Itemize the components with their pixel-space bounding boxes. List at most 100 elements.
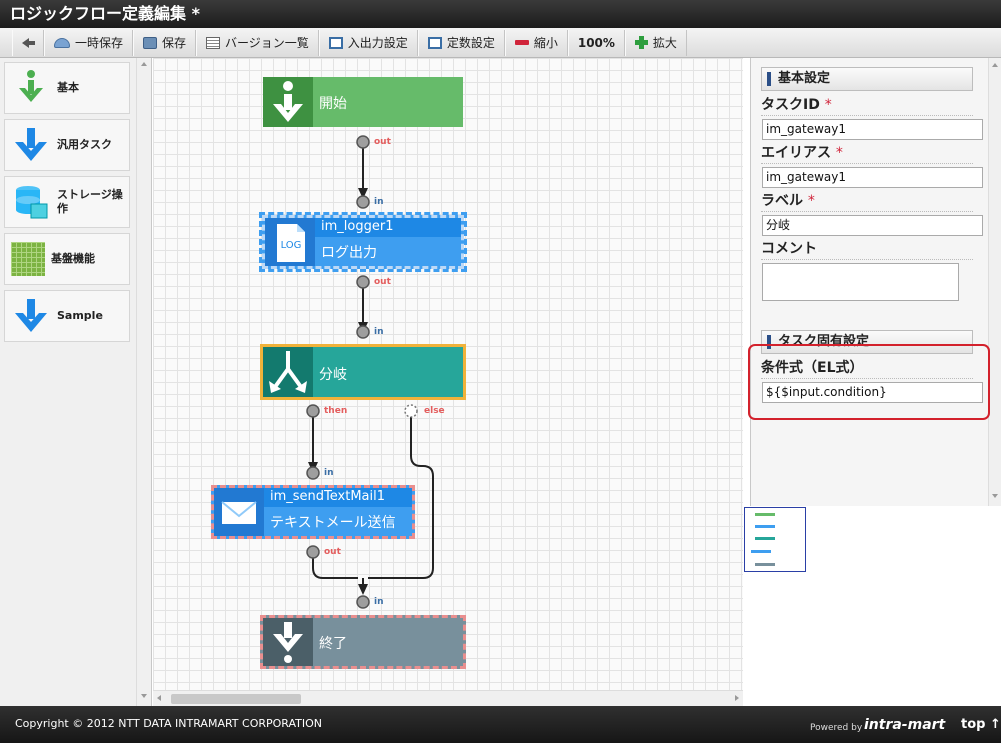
back-button[interactable] <box>12 29 44 56</box>
port-label: out <box>374 137 391 147</box>
zoom-in-button[interactable]: 拡大 <box>624 29 687 56</box>
log-icon-text: LOG <box>281 240 302 251</box>
port-label: else <box>424 406 445 416</box>
mail-icon <box>214 488 264 536</box>
comment-label: コメント <box>761 240 973 260</box>
node-id: im_sendTextMail1 <box>270 489 386 504</box>
node-label: 終了 <box>319 636 347 652</box>
grid-icon <box>11 242 45 276</box>
palette-item-general-task[interactable]: 汎用タスク <box>4 119 130 171</box>
temp-save-icon <box>54 37 70 48</box>
task-id-label: タスクID * <box>761 96 973 116</box>
port-label: out <box>374 277 391 287</box>
flow-minimap[interactable] <box>744 507 806 572</box>
basic-settings-section[interactable]: 基本設定 <box>761 67 973 91</box>
branch-icon <box>263 347 313 397</box>
palette-item-label: Sample <box>57 309 103 322</box>
minimap-node <box>755 513 775 516</box>
window-icon <box>328 36 343 49</box>
label-input[interactable]: 分岐 <box>762 215 983 236</box>
flow-canvas[interactable]: out in out in then else in out in 開始 LOG… <box>153 58 743 690</box>
database-icon <box>11 182 51 222</box>
palette-item-label: 基本 <box>57 81 79 94</box>
scroll-down-icon <box>992 494 998 498</box>
node-end[interactable]: 終了 <box>260 615 466 669</box>
zoom-level-value: 100% <box>577 35 615 50</box>
node-mail[interactable]: im_sendTextMail1 テキストメール送信 <box>211 485 415 539</box>
plus-icon <box>634 36 648 49</box>
end-down-icon <box>263 618 313 666</box>
info-down-icon <box>11 68 51 108</box>
zoom-out-button[interactable]: 縮小 <box>504 29 568 56</box>
node-logger[interactable]: LOG im_logger1 ログ出力 <box>259 212 467 272</box>
copyright-text: Copyright © 2012 NTT DATA INTRAMART CORP… <box>15 717 323 730</box>
top-link[interactable]: top ↑ <box>961 717 1001 732</box>
back-arrow-icon <box>22 37 35 48</box>
window-title: ロジックフロー定義編集 * <box>0 0 1001 28</box>
minimap-node <box>755 563 775 566</box>
port-label: then <box>324 406 348 416</box>
node-id: im_logger1 <box>321 219 394 234</box>
io-settings-label: 入出力設定 <box>347 36 408 50</box>
temp-save-button[interactable]: 一時保存 <box>44 29 134 56</box>
palette: 基本 汎用タスク ストレージ操作 基盤機能 Sample <box>0 58 152 706</box>
temp-save-label: 一時保存 <box>75 36 124 50</box>
minimap-node <box>755 525 775 528</box>
condition-highlight-box <box>748 344 990 420</box>
port-label: in <box>374 597 384 607</box>
minimap-node <box>751 550 771 553</box>
scroll-up-icon <box>992 63 998 67</box>
minimap-node <box>755 537 775 540</box>
palette-item-platform[interactable]: 基盤機能 <box>4 233 130 285</box>
palette-item-label: 汎用タスク <box>57 138 112 151</box>
palette-item-sample[interactable]: Sample <box>4 290 130 342</box>
palette-item-label: 基盤機能 <box>51 252 95 265</box>
blue-down-arrow-icon <box>11 296 51 336</box>
port-label: in <box>374 327 384 337</box>
palette-item-label: ストレージ操作 <box>57 188 123 215</box>
node-start[interactable]: 開始 <box>263 77 463 127</box>
properties-scrollbar[interactable] <box>988 58 1001 506</box>
version-list-button[interactable]: バージョン一覧 <box>196 29 319 56</box>
const-settings-label: 定数設定 <box>446 36 495 50</box>
scroll-up-icon <box>141 62 147 66</box>
alias-label: エイリアス * <box>761 144 973 164</box>
properties-panel: 基本設定 タスクID * im_gateway1 エイリアス * im_gate… <box>750 58 990 506</box>
canvas-horizontal-scrollbar[interactable] <box>153 690 743 706</box>
zoom-in-label: 拡大 <box>652 36 677 50</box>
node-gateway[interactable]: 分岐 <box>260 344 466 400</box>
zoom-out-label: 縮小 <box>533 36 558 50</box>
save-label: 保存 <box>162 36 187 50</box>
scroll-right-icon <box>735 695 739 701</box>
info-down-icon <box>263 77 313 127</box>
log-file-icon: LOG <box>265 218 315 266</box>
list-icon <box>206 36 221 49</box>
node-label: ログ出力 <box>321 245 377 261</box>
zoom-level[interactable]: 100% <box>567 29 625 56</box>
version-list-label: バージョン一覧 <box>225 36 309 50</box>
comment-textarea[interactable] <box>762 263 959 301</box>
blue-down-arrow-icon <box>11 125 51 165</box>
footer: Copyright © 2012 NTT DATA INTRAMART CORP… <box>0 706 1001 743</box>
node-label: テキストメール送信 <box>270 515 396 531</box>
port-label: in <box>324 468 334 478</box>
palette-item-basic[interactable]: 基本 <box>4 62 130 114</box>
window-icon <box>427 36 442 49</box>
alias-input[interactable]: im_gateway1 <box>762 167 983 188</box>
scroll-thumb[interactable] <box>171 694 301 704</box>
scroll-down-icon <box>141 694 147 698</box>
minus-icon <box>514 40 529 45</box>
palette-scrollbar[interactable] <box>136 58 151 706</box>
const-settings-button[interactable]: 定数設定 <box>417 29 505 56</box>
node-label: 開始 <box>319 96 347 112</box>
save-icon <box>143 36 158 49</box>
port-label: out <box>324 547 341 557</box>
save-button[interactable]: 保存 <box>133 29 197 56</box>
toolbar: 一時保存 保存 バージョン一覧 入出力設定 定数設定 縮小 100% 拡大 <box>0 28 1001 58</box>
label-label: ラベル * <box>761 192 973 212</box>
intramart-logo: intra-mart <box>864 717 946 733</box>
palette-item-storage[interactable]: ストレージ操作 <box>4 176 130 228</box>
node-label: 分岐 <box>319 367 347 383</box>
io-settings-button[interactable]: 入出力設定 <box>318 29 418 56</box>
task-id-input[interactable]: im_gateway1 <box>762 119 983 140</box>
